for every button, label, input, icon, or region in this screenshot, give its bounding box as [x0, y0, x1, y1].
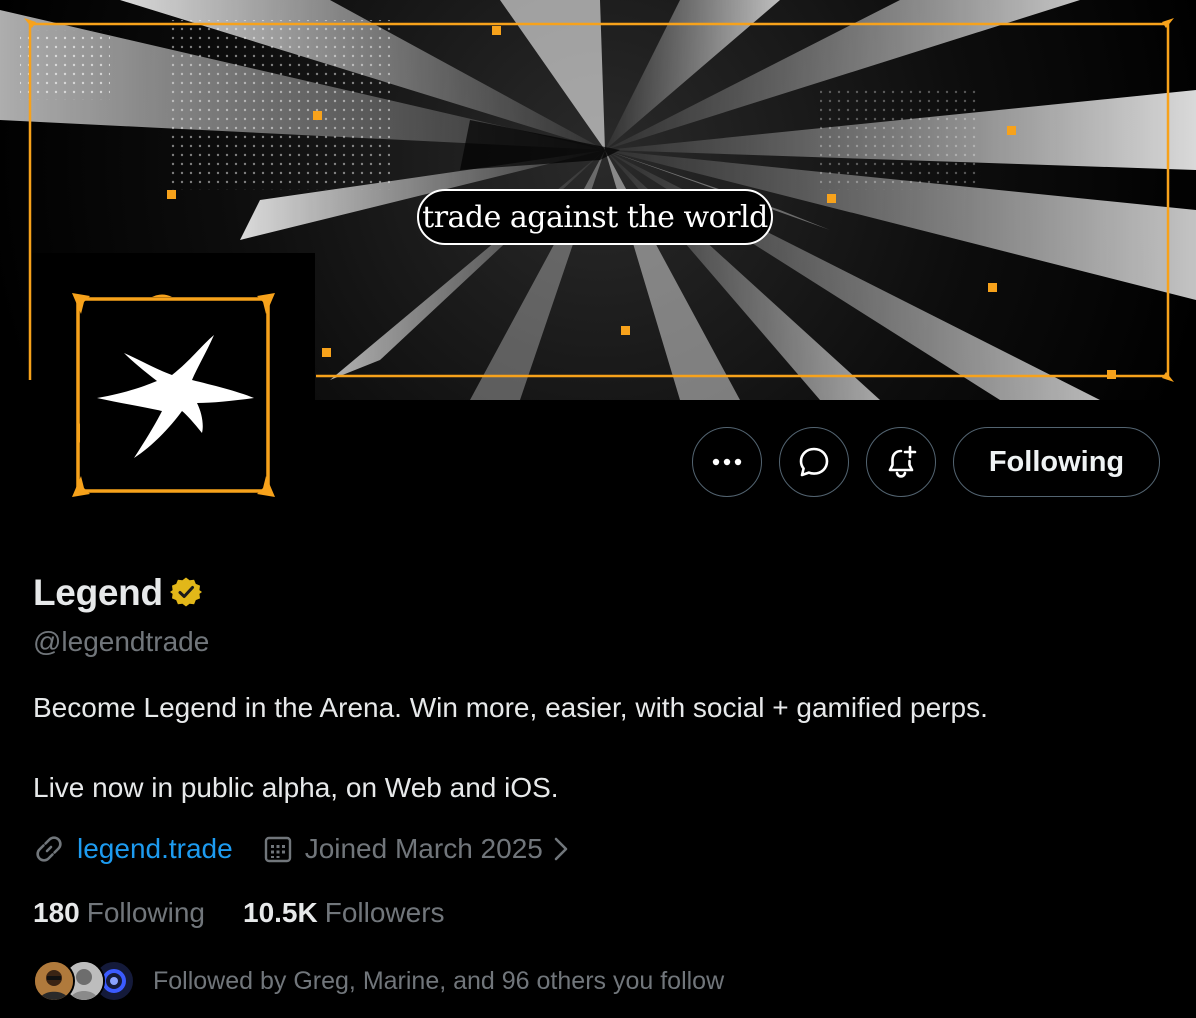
- bio-line: Become Legend in the Arena. Win more, ea…: [33, 692, 988, 723]
- followers-stat[interactable]: 10.5K Followers: [243, 897, 445, 929]
- profile-page: trade against the world Following Legend…: [0, 0, 1196, 1018]
- message-icon: [799, 447, 829, 477]
- bio: Become Legend in the Arena. Win more, ea…: [33, 688, 988, 808]
- banner-tagline: trade against the world: [417, 189, 773, 245]
- joined-date[interactable]: Joined March 2025: [305, 833, 543, 865]
- following-stat[interactable]: 180 Following: [33, 897, 205, 929]
- profile-meta: legend.trade Joined March 2025: [33, 833, 569, 865]
- notification-bell-plus-icon: [888, 445, 917, 478]
- link-icon: [33, 833, 65, 865]
- notify-button[interactable]: [866, 427, 936, 497]
- calendar-icon: [263, 834, 293, 864]
- display-name: Legend: [33, 572, 163, 613]
- followers-label: Followers: [324, 897, 445, 928]
- chevron-right-icon[interactable]: [553, 836, 569, 862]
- more-button[interactable]: [692, 427, 762, 497]
- follow-stats: 180 Following 10.5K Followers: [33, 897, 483, 929]
- website-link[interactable]: legend.trade: [77, 833, 233, 865]
- following-count: 180: [33, 897, 80, 928]
- legend-logo-icon: [32, 253, 315, 536]
- follower-avatars: [33, 958, 135, 1004]
- following-label: Following: [86, 897, 205, 928]
- followed-by-text: Followed by Greg, Marine, and 96 others …: [153, 966, 725, 995]
- following-button[interactable]: Following: [953, 427, 1160, 497]
- more-dots-icon: [712, 458, 742, 466]
- handle: @legendtrade: [33, 626, 210, 657]
- message-button[interactable]: [779, 427, 849, 497]
- verified-badge-icon[interactable]: [169, 576, 202, 613]
- avatar: [33, 960, 75, 1002]
- bio-line: Live now in public alpha, on Web and iOS…: [33, 772, 559, 803]
- avatar[interactable]: [32, 253, 315, 536]
- followed-by[interactable]: Followed by Greg, Marine, and 96 others …: [33, 958, 724, 1004]
- name-row: Legend: [33, 572, 202, 614]
- profile-actions: Following: [692, 426, 1160, 498]
- followers-count: 10.5K: [243, 897, 318, 928]
